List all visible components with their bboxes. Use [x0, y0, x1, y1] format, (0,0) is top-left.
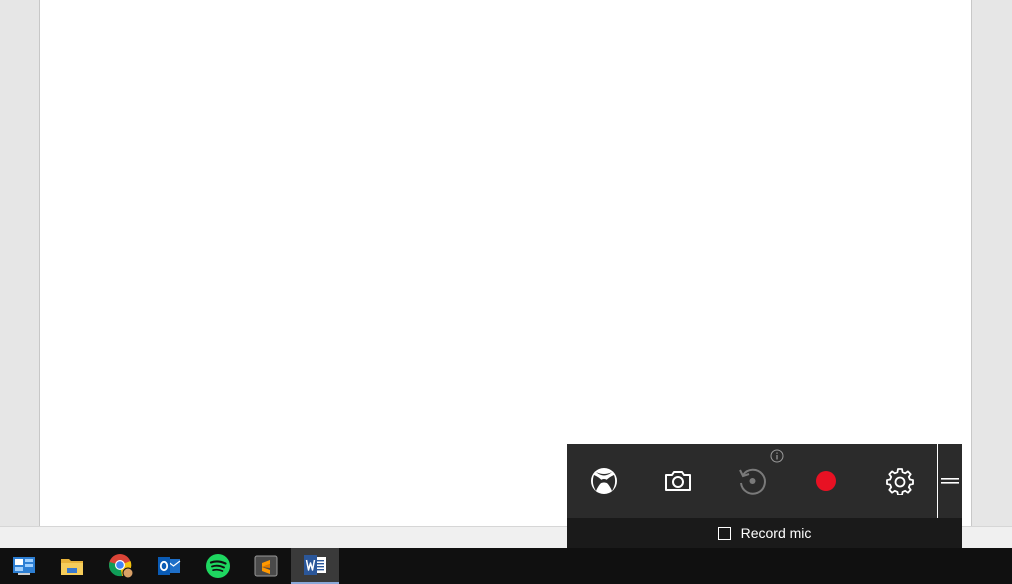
gear-icon — [886, 468, 914, 495]
taskbar-outlook[interactable] — [145, 548, 193, 584]
spotify-icon — [206, 554, 230, 578]
record-last-icon — [739, 468, 766, 495]
taskbar-word[interactable] — [291, 548, 339, 584]
game-bar-toolbar — [567, 444, 937, 518]
record-mic-label[interactable]: Record mic — [741, 525, 812, 541]
record-last-button[interactable] — [732, 461, 772, 501]
grip-icon — [941, 478, 959, 484]
taskbar-sublime-text[interactable] — [242, 548, 290, 584]
camera-icon — [665, 471, 691, 491]
taskbar-control-panel[interactable] — [0, 548, 48, 584]
record-mic-checkbox[interactable] — [717, 526, 731, 540]
xbox-icon — [591, 468, 617, 494]
record-icon — [816, 471, 836, 491]
control-panel-icon — [13, 557, 35, 575]
outlook-icon — [158, 557, 181, 575]
screenshot-button[interactable] — [658, 461, 698, 501]
file-explorer-icon — [61, 559, 83, 575]
taskbar-chrome[interactable] — [97, 548, 145, 584]
sublime-text-icon — [254, 555, 278, 577]
game-bar: Record mic — [567, 444, 962, 548]
taskbar-spotify[interactable] — [194, 548, 242, 584]
record-mic-row: Record mic — [567, 518, 962, 548]
chrome-icon — [109, 554, 134, 579]
record-button[interactable] — [806, 461, 846, 501]
taskbar — [0, 548, 1012, 584]
xbox-button[interactable] — [584, 461, 624, 501]
word-icon — [304, 555, 326, 575]
drag-handle[interactable] — [937, 444, 962, 518]
settings-button[interactable] — [880, 461, 920, 501]
info-icon[interactable] — [770, 449, 784, 463]
taskbar-file-explorer[interactable] — [48, 548, 96, 584]
